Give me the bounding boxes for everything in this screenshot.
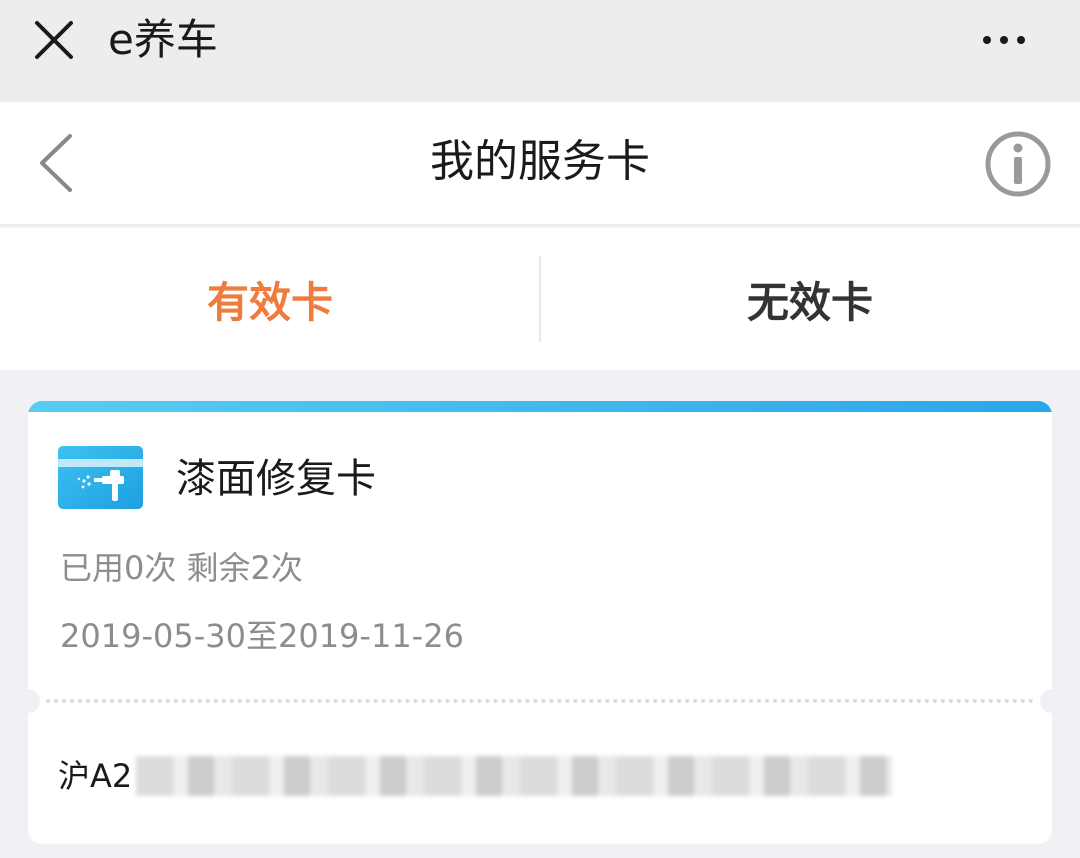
close-icon — [35, 21, 73, 59]
app-title: e养车 — [108, 15, 218, 64]
plate-prefix: 沪A2 — [58, 757, 133, 795]
card-status-tabs: 有效卡 无效卡 — [0, 228, 1080, 370]
tab-invalid-cards[interactable]: 无效卡 — [540, 228, 1080, 370]
miniprogram-topbar: e养车 — [0, 0, 1080, 102]
service-card[interactable]: 漆面修复卡 已用0次 剩余2次 2019-05-30至2019-11-26 沪A… — [28, 401, 1052, 844]
license-plate: 沪A2 — [58, 753, 893, 799]
page-title: 我的服务卡 — [430, 136, 650, 187]
page-navbar: 我的服务卡 — [0, 102, 1080, 226]
info-icon — [985, 131, 1051, 197]
card-top-accent — [28, 401, 1052, 412]
more-icon — [983, 36, 991, 44]
more-button[interactable] — [968, 20, 1040, 60]
spray-gun-card-icon — [58, 446, 143, 509]
close-button[interactable] — [30, 16, 78, 64]
card-usage: 已用0次 剩余2次 — [60, 549, 303, 587]
card-name: 漆面修复卡 — [176, 456, 376, 502]
card-validity: 2019-05-30至2019-11-26 — [60, 617, 464, 655]
tab-valid-cards[interactable]: 有效卡 — [0, 228, 540, 370]
info-button[interactable] — [984, 130, 1052, 198]
card-perforation — [28, 689, 1052, 713]
plate-redacted — [136, 756, 893, 796]
